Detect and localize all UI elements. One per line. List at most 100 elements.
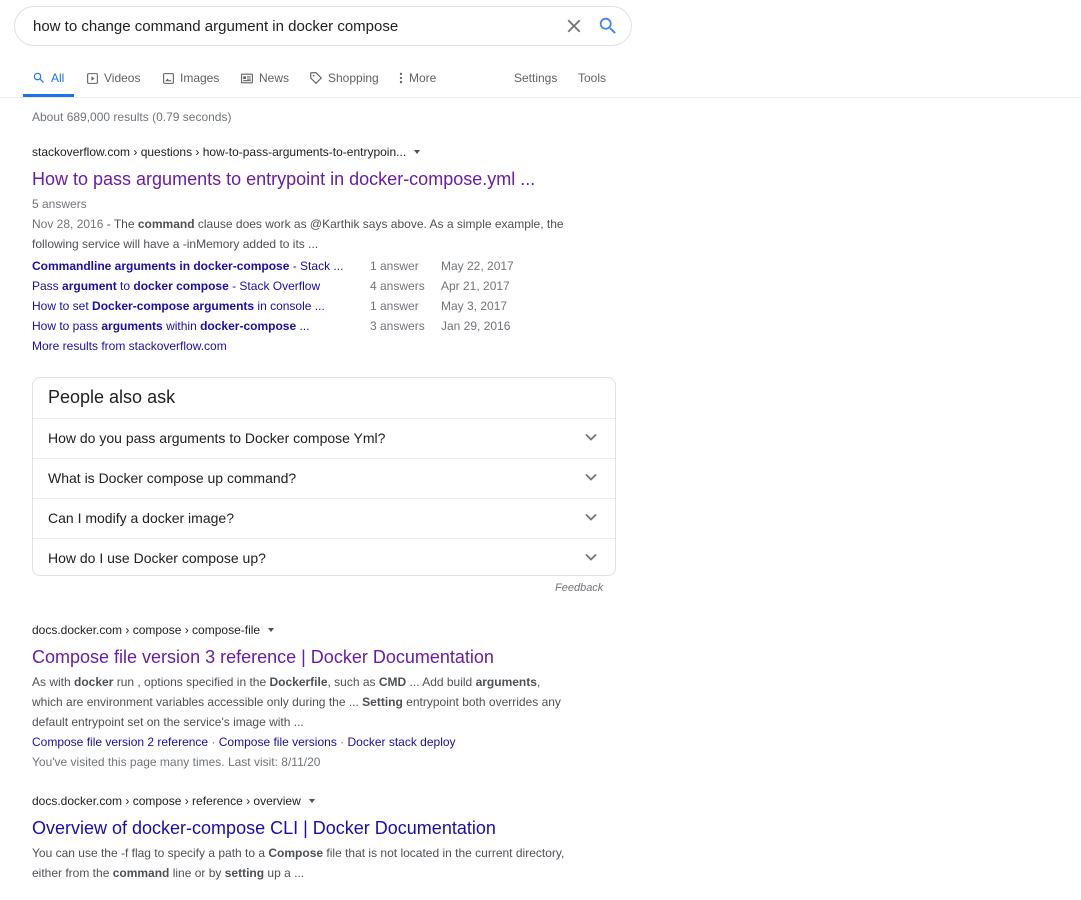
result-title-link[interactable]: Overview of docker-compose CLI | Docker … [32,815,612,841]
sublink-date: Jan 29, 2016 [441,319,511,333]
result-url: docs.docker.com › compose › reference › … [32,793,612,809]
result-cite: docs.docker.com › compose › reference › … [32,794,301,808]
sublink-text: within [162,319,201,333]
sublink-text: ... [296,319,310,333]
snippet-bold: Dockerfile [269,675,328,689]
sublink-date: May 3, 2017 [441,299,508,313]
sublink[interactable]: Pass argument to docker compose - Stack … [32,276,370,296]
tab-label: Videos [104,71,141,85]
sublink-bold: Commandline arguments in docker-compose [32,259,290,273]
tag-icon [310,72,323,85]
more-results-link[interactable]: More results from stackoverflow.com [32,336,612,356]
caret-down-icon[interactable] [414,150,421,154]
tab-news[interactable]: News [240,60,289,96]
sublink-bold: Docker-compose arguments [92,299,255,313]
table-row: Pass argument to docker compose - Stack … [32,276,612,296]
snippet-text: As with [32,675,75,689]
sublink-text: - Stack ... [289,259,344,273]
sitelink[interactable]: Compose file version 2 reference [32,735,208,749]
chevron-down-icon [585,433,597,441]
snippet-text: up a ... [264,866,305,880]
snippet-text: You can use the -f flag to specify a pat… [32,846,269,860]
paa-question-text: How do I use Docker compose up? [48,550,266,566]
search-button[interactable] [597,15,619,37]
search-icon [599,17,616,34]
tools-link[interactable]: Tools [578,60,606,96]
sublink-date: Apr 21, 2017 [441,279,510,293]
sitelink[interactable]: Docker stack deploy [348,735,456,749]
result-title-link[interactable]: How to pass arguments to entrypoint in d… [32,166,612,192]
chevron-down-icon [585,553,597,561]
paa-question[interactable]: What is Docker compose up command? [33,458,615,498]
tab-images[interactable]: Images [162,60,219,96]
table-row: Commandline arguments in docker-compose … [32,256,612,276]
sublink-answers: 4 answers [370,279,425,293]
settings-link[interactable]: Settings [514,60,557,96]
clear-search-button[interactable] [563,15,585,37]
snippet-text: run , options specified in the [113,675,270,689]
tab-videos[interactable]: Videos [86,60,140,96]
sublink-text: - Stack Overflow [228,279,321,293]
feedback-link[interactable]: Feedback [555,582,603,594]
chevron-down-icon [585,513,597,521]
snippet-text: - The [103,217,138,231]
sublink-bold: arguments [101,319,163,333]
paa-question-text: How do you pass arguments to Docker comp… [48,430,386,446]
result-cite: stackoverflow.com › questions › how-to-p… [32,145,407,159]
search-result: docs.docker.com › compose › reference › … [32,793,612,883]
snippet-bold: setting [224,866,265,880]
snippet-bold: Setting [362,695,403,709]
result-snippet: As with docker run , options specified i… [32,672,572,732]
separator: · [208,735,219,749]
video-icon [87,72,98,84]
tab-all[interactable]: All [22,60,75,97]
tab-more[interactable]: More [398,60,436,96]
sublink-text: How to set [32,299,93,313]
sublink-text: How to pass [32,319,102,333]
tab-label: More [409,71,437,85]
tab-shopping[interactable]: Shopping [309,60,379,96]
paa-question[interactable]: How do I use Docker compose up? [33,538,615,578]
more-vert-icon [399,72,403,84]
search-result: docs.docker.com › compose › compose-file… [32,622,612,772]
related-questions-table: Commandline arguments in docker-compose … [32,256,612,336]
search-result: stackoverflow.com › questions › how-to-p… [32,144,612,356]
sublink[interactable]: How to set Docker-compose arguments in c… [32,296,370,316]
snippet-bold: arguments [475,675,537,689]
paa-question-text: Can I modify a docker image? [48,510,234,526]
sublink-text: Pass [32,279,63,293]
result-url: docs.docker.com › compose › compose-file [32,622,612,638]
tab-label: Images [180,71,220,85]
result-url: stackoverflow.com › questions › how-to-p… [32,144,612,160]
paa-question[interactable]: How do you pass arguments to Docker comp… [33,418,615,458]
sublink-bold: docker compose [133,279,229,293]
table-row: How to pass arguments within docker-comp… [32,316,612,336]
sitelink[interactable]: Compose file versions [219,735,337,749]
snippet-bold: Compose [268,846,324,860]
result-title-link[interactable]: Compose file version 3 reference | Docke… [32,644,612,670]
sublink-date: May 22, 2017 [441,259,514,273]
tab-label: All [51,71,65,85]
sublink-answers: 1 answer [370,259,419,273]
tab-label: News [259,71,290,85]
caret-down-icon[interactable] [308,799,315,803]
sublink[interactable]: How to pass arguments within docker-comp… [32,316,370,336]
sublink-bold: argument [62,279,117,293]
snippet-text: ... Add build [406,675,476,689]
sublink[interactable]: Commandline arguments in docker-compose … [32,256,370,276]
search-input[interactable] [33,7,533,45]
result-stats: About 689,000 results (0.79 seconds) [32,110,232,124]
people-also-ask: People also ask How do you pass argument… [32,377,616,576]
snippet-bold: docker [74,675,114,689]
paa-question[interactable]: Can I modify a docker image? [33,498,615,538]
paa-heading: People also ask [48,387,176,407]
sublink-answers: 3 answers [370,319,425,333]
snippet-bold: command [112,866,170,880]
close-icon [567,19,581,33]
snippet-bold: command [137,217,195,231]
search-bar [14,6,632,46]
visited-note: You've visited this page many times. Las… [32,755,321,769]
image-icon [163,72,174,84]
chevron-down-icon [585,473,597,481]
caret-down-icon[interactable] [268,628,275,632]
